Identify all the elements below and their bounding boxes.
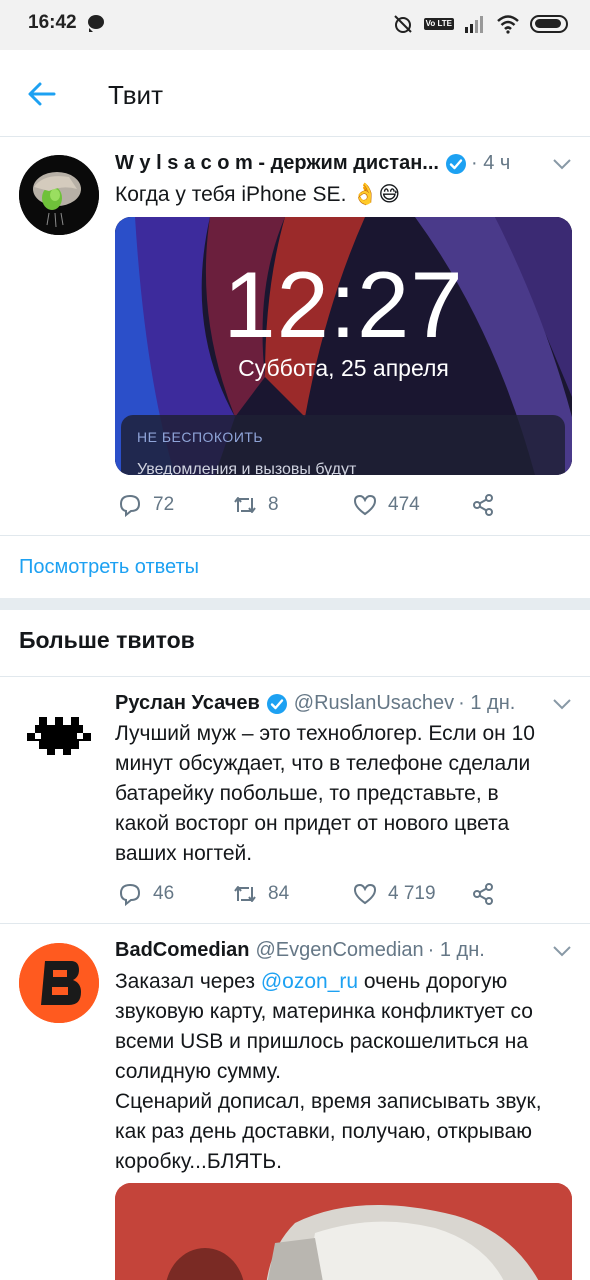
tweet-text: Когда у тебя iPhone SE. 👌😅 xyxy=(115,183,401,206)
wifi-icon xyxy=(497,15,519,34)
heart-icon xyxy=(353,883,377,905)
divider xyxy=(0,923,590,924)
tweet-actions: 46 84 4 719 xyxy=(117,879,496,909)
retweet-button[interactable]: 8 xyxy=(232,492,352,518)
chevron-down-icon[interactable] xyxy=(552,157,572,171)
alarm-off-icon xyxy=(393,15,412,33)
page-title: Твит xyxy=(108,80,163,110)
tweet-media-image[interactable] xyxy=(115,1183,572,1280)
tweet-text-line: батарейку побольше, то представьте, в xyxy=(115,782,499,805)
author-name[interactable]: W y l s a c o m - держим дистан... xyxy=(115,152,439,175)
share-icon xyxy=(473,883,493,905)
tweet-text-line: всеми USB и пришлось раскошелиться на xyxy=(115,1030,529,1053)
tweet-text-line: солидную сумму. xyxy=(115,1060,281,1083)
volte-icon: Vo LTE xyxy=(423,18,454,30)
tweet-actions: 72 8 474 xyxy=(117,490,496,520)
avatar-wylsacom[interactable] xyxy=(19,155,99,235)
reply-icon xyxy=(119,883,141,907)
reply-count: 46 xyxy=(153,883,175,904)
reply-count: 72 xyxy=(153,494,175,515)
verified-icon xyxy=(266,693,287,714)
divider xyxy=(0,535,590,536)
status-time: 16:42 xyxy=(28,12,77,33)
dnd-title: НЕ БЕСПОКОИТЬ xyxy=(137,429,264,445)
retweet-count: 84 xyxy=(268,883,290,904)
share-button[interactable] xyxy=(470,881,496,907)
tweet-text-line: Лучший муж – это техноблогер. Если он 10 xyxy=(115,722,535,745)
retweet-icon xyxy=(234,497,256,513)
like-button[interactable]: 4 719 xyxy=(352,881,470,907)
retweet-count: 8 xyxy=(268,494,279,515)
author-name[interactable]: BadComedian xyxy=(115,939,249,962)
tweet-text-line: какой восторг он придет от нового цвета xyxy=(115,812,510,835)
dnd-notification: НЕ БЕСПОКОИТЬ Уведомления и вызовы будут xyxy=(121,415,565,475)
media-photo xyxy=(115,1183,572,1280)
tweet-time: · 4 ч xyxy=(470,152,511,174)
chevron-down-icon[interactable] xyxy=(552,944,572,958)
battery-icon xyxy=(530,15,568,33)
chat-notification-icon xyxy=(88,15,104,32)
lockscreen-date: Суббота, 25 апреля xyxy=(238,355,449,381)
tweet-text-line: минут обсуждает, что в телефоне сделали xyxy=(115,752,531,775)
chevron-down-icon[interactable] xyxy=(552,697,572,711)
author-handle[interactable]: @EvgenComedian xyxy=(255,939,423,962)
status-bar: 16:42 Vo LTE xyxy=(0,0,590,50)
share-icon xyxy=(473,494,493,516)
divider xyxy=(0,676,590,677)
avatar-ruslan[interactable] xyxy=(19,697,99,777)
signal-icon xyxy=(465,16,483,33)
lockscreen-clock: 12:27 xyxy=(223,252,464,357)
tweet-text-line: ваших ногтей. xyxy=(115,842,253,865)
heart-icon xyxy=(353,494,377,516)
avatar-badcomedian[interactable] xyxy=(19,943,99,1023)
status-icons: Vo LTE xyxy=(392,10,568,38)
tweet-header: Руслан Усачев @RuslanUsachev · 1 дн. xyxy=(115,692,515,715)
reply-icon xyxy=(119,494,141,518)
mention-link[interactable]: @ozon_ru xyxy=(261,970,358,993)
tweet-text-line: коробку...БЛЯТЬ. xyxy=(115,1150,282,1173)
avatar-image xyxy=(19,155,99,235)
tweet-text: Заказал через @ozon_ru очень дорогую зву… xyxy=(115,967,542,1177)
text-fragment: Заказал через xyxy=(115,970,261,993)
like-button[interactable]: 474 xyxy=(352,492,470,518)
retweet-button[interactable]: 84 xyxy=(232,881,352,907)
tweet-text-line: Сценарий дописал, время записывать звук, xyxy=(115,1090,542,1113)
verified-icon xyxy=(445,153,466,174)
see-replies-link[interactable]: Посмотреть ответы xyxy=(19,556,199,579)
like-count: 474 xyxy=(388,494,420,515)
avatar-image xyxy=(19,943,99,1023)
more-tweets-heading: Больше твитов xyxy=(19,627,195,653)
author-name[interactable]: Руслан Усачев xyxy=(115,692,260,715)
retweet-icon xyxy=(234,886,256,902)
reply-button[interactable]: 72 xyxy=(117,492,232,518)
share-button[interactable] xyxy=(470,492,496,518)
back-arrow-icon[interactable] xyxy=(24,76,60,112)
app-header: Твит xyxy=(0,50,590,137)
author-handle[interactable]: @RuslanUsachev xyxy=(294,692,454,715)
text-fragment: очень дорогую xyxy=(358,970,508,993)
tweet-text-line: как раз день доставки, получаю, открываю xyxy=(115,1120,533,1143)
section-divider xyxy=(0,598,590,610)
like-count: 4 719 xyxy=(388,883,436,904)
tweet-text: Лучший муж – это техноблогер. Если он 10… xyxy=(115,719,535,869)
tweet-time: · 1 дн. xyxy=(458,692,516,714)
tweet-time: · 1 дн. xyxy=(427,939,485,961)
tweet-header: BadComedian @EvgenComedian · 1 дн. xyxy=(115,939,485,962)
tweet-header: W y l s a c o m - держим дистан... · 4 ч xyxy=(115,152,510,175)
dnd-subtitle: Уведомления и вызовы будут xyxy=(137,461,357,475)
avatar-image xyxy=(19,697,99,777)
reply-button[interactable]: 46 xyxy=(117,881,232,907)
tweet-text-line: Заказал через @ozon_ru очень дорогую xyxy=(115,967,542,997)
tweet-text-line: звуковую карту, материнка конфликтует со xyxy=(115,1000,533,1023)
tweet-media-image[interactable]: 12:27 Суббота, 25 апреля НЕ БЕСПОКОИТЬ У… xyxy=(115,217,572,475)
